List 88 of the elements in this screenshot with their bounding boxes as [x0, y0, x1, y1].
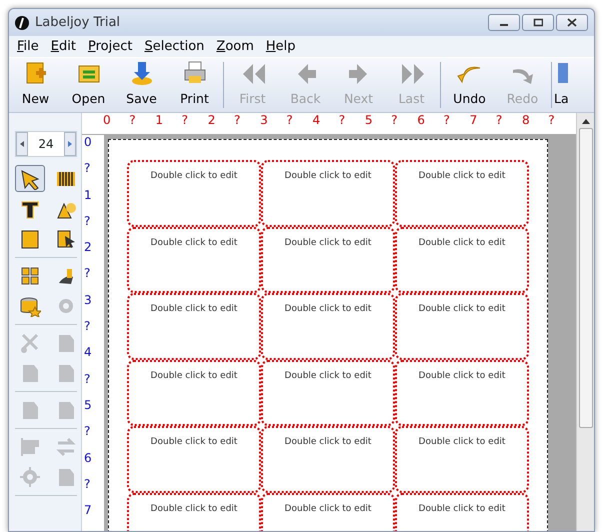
up-arrow-icon	[582, 119, 590, 124]
maximize-button[interactable]	[522, 14, 554, 31]
maximize-icon	[533, 18, 543, 27]
label-card[interactable]: Double click to edit	[395, 426, 529, 492]
menu-item[interactable]: Help	[260, 36, 302, 56]
spin-left-button[interactable]	[16, 132, 28, 156]
ruler-label: 3	[260, 113, 269, 129]
ruler-label: ?	[182, 113, 189, 129]
menu-item[interactable]: Selection	[138, 36, 210, 56]
label-card[interactable]: Double click to edit	[395, 293, 529, 360]
database-star-icon	[19, 294, 41, 316]
right-triangle-icon	[68, 141, 72, 147]
ruler-label: 8	[522, 113, 531, 129]
menu-item[interactable]: Project	[82, 36, 138, 56]
label-card[interactable]: Double click to edit	[127, 360, 261, 426]
ruler-label: ?	[286, 113, 294, 129]
menu-item[interactable]: File	[11, 36, 45, 56]
ruler-label: ?	[83, 267, 92, 282]
label-card[interactable]: Double click to edit	[261, 426, 395, 492]
label-card[interactable]: Double click to edit	[127, 226, 261, 293]
image-frame-icon	[55, 228, 77, 250]
ruler-label: 4	[83, 346, 93, 362]
ruler-label: ?	[83, 320, 92, 336]
menu-item[interactable]: Edit	[44, 36, 82, 56]
close-icon	[567, 18, 577, 27]
label-card[interactable]: Double click to edit	[395, 492, 529, 531]
ruler-label: ?	[391, 113, 398, 129]
ruler-label: ?	[129, 113, 137, 129]
ruler-label: 6	[83, 452, 93, 467]
toolbar-button[interactable]: Open	[62, 58, 115, 112]
align-icon	[19, 436, 41, 458]
ruler-label: 0	[83, 136, 93, 151]
label-card[interactable]: Double click to edit	[395, 226, 529, 293]
ruler-label: ?	[83, 214, 92, 230]
vertical-scrollbar[interactable]	[576, 113, 594, 531]
label-card[interactable]: Double click to edit	[127, 492, 261, 531]
label-card[interactable]: Double click to edit	[261, 160, 395, 226]
label-card[interactable]: Double click to edit	[261, 293, 395, 360]
label-card[interactable]: Double click to edit	[261, 492, 395, 531]
label-card[interactable]: Double click to edit	[127, 293, 261, 360]
swap-arrows-icon	[55, 436, 77, 458]
ruler-label: ?	[83, 372, 92, 388]
label-card[interactable]: Double click to edit	[395, 360, 529, 426]
label-card[interactable]: Double click to edit	[127, 160, 261, 226]
ruler-label: ?	[496, 113, 504, 129]
close-button[interactable]	[556, 14, 588, 31]
toolbar-button[interactable]: Save	[115, 58, 168, 112]
scissors-icon	[19, 332, 41, 354]
ruler-label: ?	[443, 113, 451, 129]
text-frame-icon	[19, 228, 41, 250]
ruler-label: 6	[417, 113, 426, 129]
ruler-label: 2	[208, 113, 216, 129]
minimize-button[interactable]	[488, 14, 520, 31]
toolbar-button[interactable]: Undo	[443, 58, 496, 112]
grid-icon	[19, 264, 41, 286]
menu-item[interactable]: Zoom	[210, 36, 260, 56]
toolbar-button[interactable]: Print	[168, 58, 221, 112]
ruler-label: 1	[155, 113, 164, 129]
label-card[interactable]: Double click to edit	[395, 160, 529, 226]
label-card[interactable]: Double click to edit	[261, 360, 395, 426]
ruler-label: 1	[83, 188, 93, 204]
ruler-label: 3	[83, 294, 93, 309]
toolbar-button[interactable]: La	[554, 58, 578, 112]
ruler-label: 7	[470, 113, 478, 129]
window-title: Labeljoy Trial	[35, 14, 120, 32]
left-triangle-icon	[20, 141, 24, 147]
tool-button[interactable]	[15, 165, 45, 192]
label-card[interactable]: Double click to edit	[261, 226, 395, 293]
ruler-label: ?	[548, 113, 556, 129]
spin-right-button[interactable]	[64, 132, 76, 156]
ruler-label: 4	[312, 113, 322, 129]
target-icon	[19, 466, 41, 488]
ruler-label: 5	[83, 398, 93, 414]
pointer-arrow-icon	[19, 168, 41, 190]
label-card[interactable]: Double click to edit	[127, 426, 261, 492]
layout-icon	[558, 63, 568, 84]
ruler-label: ?	[338, 113, 346, 129]
ruler-label: 7	[83, 504, 93, 520]
ruler-label: ?	[234, 113, 242, 129]
ruler-label: 2	[83, 241, 93, 256]
ruler-label: 0	[103, 113, 112, 129]
toolbar-button[interactable]: New	[9, 58, 62, 112]
app-logo-icon	[15, 16, 29, 30]
ruler-label: 5	[364, 113, 374, 129]
ruler-label: ?	[83, 162, 92, 178]
ruler-label: ?	[83, 478, 92, 493]
page-spinner[interactable]: 24	[15, 131, 77, 157]
ruler-label: ?	[83, 425, 92, 440]
